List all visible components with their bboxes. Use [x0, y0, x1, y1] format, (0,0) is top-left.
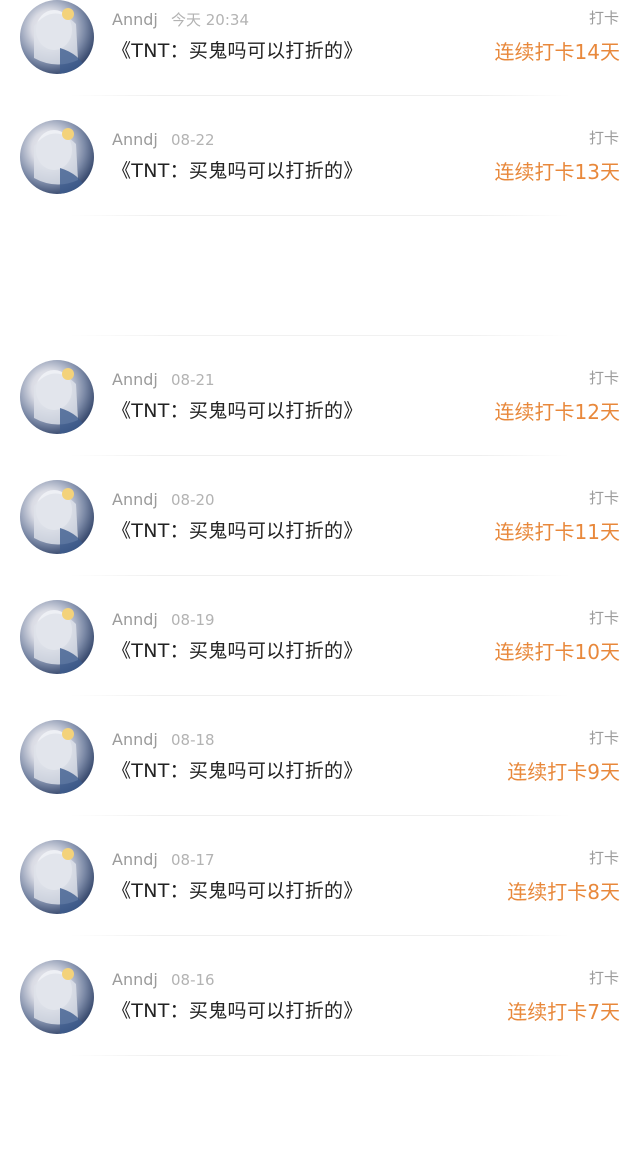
- divider: [70, 215, 570, 216]
- username[interactable]: Anndj: [112, 490, 158, 510]
- avatar-image-icon: [34, 968, 86, 1034]
- avatar-image-icon: [34, 488, 86, 554]
- streak-count: 连续打卡8天: [507, 880, 620, 904]
- list-item[interactable]: Anndj 08-20 《TNT：买鬼吗可以打折的》 打卡 连续打卡11天: [0, 480, 640, 600]
- avatar-image-icon: [34, 8, 86, 74]
- streak-count: 连续打卡9天: [507, 760, 620, 784]
- post-title[interactable]: 《TNT：买鬼吗可以打折的》: [112, 398, 363, 424]
- list-item[interactable]: Anndj 08-22 《TNT：买鬼吗可以打折的》 打卡 连续打卡13天: [0, 120, 640, 240]
- post-title[interactable]: 《TNT：买鬼吗可以打折的》: [112, 518, 363, 544]
- checkin-tag: 打卡: [588, 969, 619, 987]
- avatar[interactable]: [20, 720, 94, 794]
- divider: [70, 1055, 570, 1056]
- avatar[interactable]: [20, 120, 94, 194]
- avatar-image-icon: [34, 728, 86, 794]
- post-title[interactable]: 《TNT：买鬼吗可以打折的》: [112, 878, 363, 904]
- avatar-image-icon: [34, 368, 86, 434]
- username[interactable]: Anndj: [112, 370, 158, 390]
- post-title[interactable]: 《TNT：买鬼吗可以打折的》: [112, 638, 363, 664]
- checkin-tag: 打卡: [588, 9, 619, 27]
- streak-count: 连续打卡13天: [494, 160, 620, 184]
- list-item[interactable]: Anndj 08-21 《TNT：买鬼吗可以打折的》 打卡 连续打卡12天: [0, 360, 640, 480]
- avatar-image-icon: [34, 608, 86, 674]
- username[interactable]: Anndj: [112, 610, 158, 630]
- list-item[interactable]: Anndj 今天 20:34 《TNT：买鬼吗可以打折的》 打卡 连续打卡14天: [0, 0, 640, 120]
- avatar[interactable]: [20, 360, 94, 434]
- username[interactable]: Anndj: [112, 970, 158, 990]
- list-item[interactable]: Anndj 08-19 《TNT：买鬼吗可以打折的》 打卡 连续打卡10天: [0, 600, 640, 720]
- post-time: 今天 20:34: [171, 11, 249, 29]
- divider: [70, 935, 570, 936]
- streak-count: 连续打卡10天: [494, 640, 620, 664]
- avatar[interactable]: [20, 600, 94, 674]
- divider: [70, 695, 570, 696]
- streak-count: 连续打卡11天: [494, 520, 620, 544]
- avatar[interactable]: [20, 840, 94, 914]
- streak-count: 连续打卡7天: [507, 1000, 620, 1024]
- post-time: 08-17: [171, 851, 215, 869]
- post-title[interactable]: 《TNT：买鬼吗可以打折的》: [112, 158, 363, 184]
- username[interactable]: Anndj: [112, 130, 158, 150]
- divider: [70, 335, 570, 336]
- post-time: 08-20: [171, 491, 215, 509]
- post-time: 08-22: [171, 131, 215, 149]
- post-title[interactable]: 《TNT：买鬼吗可以打折的》: [112, 38, 363, 64]
- avatar-image-icon: [34, 128, 86, 194]
- post-title[interactable]: 《TNT：买鬼吗可以打折的》: [112, 758, 363, 784]
- streak-count: 连续打卡12天: [494, 400, 620, 424]
- avatar[interactable]: [20, 480, 94, 554]
- post-time: 08-21: [171, 371, 215, 389]
- username[interactable]: Anndj: [112, 730, 158, 750]
- username[interactable]: Anndj: [112, 10, 158, 30]
- list-item[interactable]: Anndj 08-16 《TNT：买鬼吗可以打折的》 打卡 连续打卡7天: [0, 960, 640, 1080]
- post-title[interactable]: 《TNT：买鬼吗可以打折的》: [112, 998, 363, 1024]
- post-time: 08-18: [171, 731, 215, 749]
- divider: [70, 575, 570, 576]
- post-time: 08-16: [171, 971, 215, 989]
- checkin-feed: Anndj 今天 20:34 《TNT：买鬼吗可以打折的》 打卡 连续打卡14天…: [0, 0, 640, 1150]
- checkin-tag: 打卡: [588, 369, 619, 387]
- list-item[interactable]: Anndj 08-18 《TNT：买鬼吗可以打折的》 打卡 连续打卡9天: [0, 720, 640, 840]
- checkin-tag: 打卡: [588, 129, 619, 147]
- username[interactable]: Anndj: [112, 850, 158, 870]
- avatar[interactable]: [20, 0, 94, 74]
- divider: [70, 815, 570, 816]
- divider: [70, 95, 570, 96]
- streak-count: 连续打卡14天: [494, 40, 620, 64]
- post-time: 08-19: [171, 611, 215, 629]
- divider: [70, 455, 570, 456]
- list-item[interactable]: Anndj 08-17 《TNT：买鬼吗可以打折的》 打卡 连续打卡8天: [0, 840, 640, 960]
- checkin-tag: 打卡: [588, 489, 619, 507]
- avatar-image-icon: [34, 848, 86, 914]
- checkin-tag: 打卡: [588, 729, 619, 747]
- checkin-tag: 打卡: [588, 849, 619, 867]
- avatar[interactable]: [20, 960, 94, 1034]
- checkin-tag: 打卡: [588, 609, 619, 627]
